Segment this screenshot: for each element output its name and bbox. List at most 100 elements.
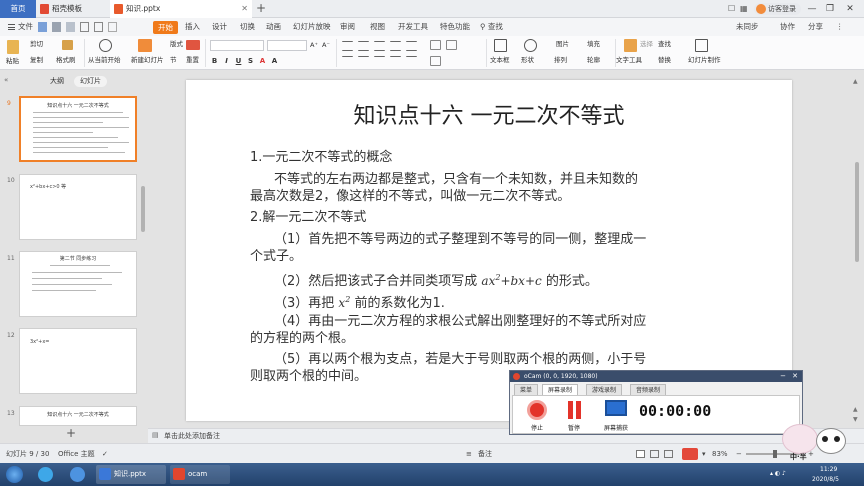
- slide-thumb-10[interactable]: x²+bx+c>0 等: [19, 174, 137, 240]
- font-size-field[interactable]: [267, 40, 307, 51]
- font-size-down-button[interactable]: A⁻: [322, 40, 330, 50]
- prev-slide-icon[interactable]: ▲: [853, 406, 858, 413]
- bullets-icon[interactable]: [342, 41, 353, 51]
- next-slide-icon[interactable]: ▼: [853, 416, 858, 423]
- menu-design[interactable]: 设计: [212, 18, 227, 36]
- close-tab-icon[interactable]: ✕: [241, 0, 248, 18]
- new-slide-button[interactable]: 新建幻灯片: [131, 55, 164, 65]
- underline-icon[interactable]: U: [234, 57, 243, 65]
- font-color-icon[interactable]: A: [258, 57, 267, 65]
- slide-sorter-icon[interactable]: [650, 450, 659, 458]
- step-4-line[interactable]: 的方程的两个根。: [250, 331, 354, 347]
- save-icon[interactable]: [38, 22, 47, 32]
- italic-icon[interactable]: I: [222, 57, 231, 65]
- font-size-up-button[interactable]: A⁺: [310, 40, 318, 50]
- slide-title[interactable]: 知识点十六 一元二次不等式: [186, 98, 792, 130]
- ocam-tab-game-record[interactable]: 游戏录制: [586, 384, 623, 395]
- redo-icon[interactable]: [94, 22, 103, 32]
- highlight-icon[interactable]: A: [270, 57, 279, 65]
- search-box[interactable]: ⚲ 查找: [480, 18, 503, 36]
- close-button[interactable]: ✕: [842, 0, 858, 18]
- outline-button[interactable]: 轮廓: [587, 55, 600, 65]
- fill-button[interactable]: 填充: [587, 39, 600, 49]
- step-5-line[interactable]: （5）再以两个根为支点，若是大于号则取两个根的两侧，小于号: [274, 352, 646, 368]
- numbering-icon[interactable]: [358, 41, 369, 51]
- align-center-icon[interactable]: [358, 56, 369, 66]
- pause-icon[interactable]: [568, 401, 573, 419]
- step-1-line[interactable]: 个式子。: [250, 249, 302, 265]
- browser-icon[interactable]: [70, 467, 85, 482]
- section-button[interactable]: 节: [170, 55, 177, 65]
- add-slide-button[interactable]: +: [66, 427, 76, 439]
- play-slideshow-icon[interactable]: [682, 448, 698, 460]
- slide-thumb-12[interactable]: 3x²+x=: [19, 328, 137, 394]
- undo-icon[interactable]: [80, 22, 89, 32]
- distribute-icon[interactable]: [406, 56, 417, 66]
- preview-icon[interactable]: [66, 22, 75, 32]
- tab-home[interactable]: 首页: [0, 0, 36, 18]
- ie-icon[interactable]: [38, 467, 53, 482]
- zoom-out-icon[interactable]: −: [736, 444, 742, 464]
- slide-thumb-9[interactable]: 知识点十六 一元二次不等式: [19, 96, 137, 162]
- scroll-up-icon[interactable]: ▲: [853, 78, 858, 85]
- stop-button[interactable]: 停止: [522, 423, 552, 432]
- step-1-line[interactable]: （1）首先把不等号两边的式子整理到不等号的同一侧，整理成一: [274, 232, 646, 248]
- menu-developer[interactable]: 开发工具: [398, 18, 428, 36]
- task-wps[interactable]: 知识.pptx: [96, 465, 166, 484]
- smartart-icon[interactable]: [430, 56, 441, 66]
- maximize-button[interactable]: ❐: [822, 0, 838, 18]
- bold-icon[interactable]: B: [210, 57, 219, 65]
- heading-solve[interactable]: 2.解一元二次不等式: [250, 210, 366, 226]
- collab-button[interactable]: 协作: [780, 18, 795, 36]
- textbox-button[interactable]: 文本框: [490, 55, 510, 65]
- paste-icon[interactable]: [7, 40, 19, 54]
- notes-placeholder[interactable]: 单击此处添加备注: [164, 431, 220, 441]
- menu-slideshow[interactable]: 幻灯片放映: [293, 18, 331, 36]
- reading-view-icon[interactable]: [664, 450, 673, 458]
- minimize-button[interactable]: —: [804, 0, 820, 18]
- share-button[interactable]: 分享: [808, 18, 823, 36]
- paragraph-line[interactable]: 不等式的左右两边都是整式，只含有一个未知数，并且未知数的: [274, 172, 638, 188]
- scroll-thumb[interactable]: [855, 162, 859, 262]
- heading-concept[interactable]: 1.一元二次不等式的概念: [250, 150, 392, 166]
- paragraph-line[interactable]: 最高次数是2，像这样的不等式，叫做一元二次不等式。: [250, 189, 570, 205]
- start-button-icon[interactable]: [6, 466, 23, 483]
- slide-thumb-11[interactable]: 第二节 同步练习: [19, 251, 137, 317]
- step-3[interactable]: （3）再把 x2 前的系数化为1.: [274, 292, 445, 312]
- picture-button[interactable]: 图片: [556, 39, 569, 49]
- more-icon[interactable]: [108, 22, 117, 32]
- menu-review[interactable]: 审阅: [340, 18, 355, 36]
- arrange-button[interactable]: 排列: [554, 55, 567, 65]
- tab-outline[interactable]: 大纲: [44, 76, 70, 87]
- text-direction-icon[interactable]: [430, 40, 441, 50]
- paste-button[interactable]: 粘贴: [6, 56, 19, 66]
- pause-button[interactable]: 暂停: [559, 423, 589, 432]
- indent-icon[interactable]: [374, 41, 385, 51]
- select-button[interactable]: 选择: [640, 39, 653, 49]
- slideshow-dropdown-icon[interactable]: ▾: [702, 444, 706, 464]
- tab-slides[interactable]: 幻灯片: [74, 76, 107, 87]
- format-painter-button[interactable]: 格式刷: [56, 55, 76, 65]
- tray-icons[interactable]: ▴ ◐ ♪: [770, 469, 786, 486]
- new-tab-button[interactable]: +: [254, 0, 268, 18]
- ocam-title-bar[interactable]: oCam (0, 0, 1920, 1080) − ✕: [510, 371, 802, 382]
- notes-toggle-icon[interactable]: ≡: [466, 444, 472, 464]
- font-name-field[interactable]: [210, 40, 264, 51]
- reset-button[interactable]: 重置: [186, 55, 199, 65]
- sync-status[interactable]: 未同步: [736, 18, 759, 36]
- align-text-icon[interactable]: [446, 40, 457, 50]
- menu-insert[interactable]: 插入: [185, 18, 200, 36]
- ocam-tab-menu[interactable]: 菜单: [514, 384, 539, 395]
- normal-view-icon[interactable]: [636, 450, 645, 458]
- zoom-slider-knob[interactable]: [773, 450, 777, 458]
- task-ocam[interactable]: ocam: [170, 465, 230, 484]
- shadow-icon[interactable]: S: [246, 57, 255, 65]
- collapse-pane-icon[interactable]: «: [4, 76, 8, 84]
- cut-button[interactable]: 剪切: [30, 39, 43, 49]
- text-tool-button[interactable]: 文字工具: [616, 55, 642, 65]
- ocam-minimize-button[interactable]: −: [778, 371, 788, 382]
- layout-button[interactable]: 版式: [170, 39, 183, 49]
- ocam-close-button[interactable]: ✕: [790, 371, 800, 382]
- screen-capture-icon[interactable]: [605, 400, 627, 416]
- user-login[interactable]: 访客登录: [754, 3, 801, 15]
